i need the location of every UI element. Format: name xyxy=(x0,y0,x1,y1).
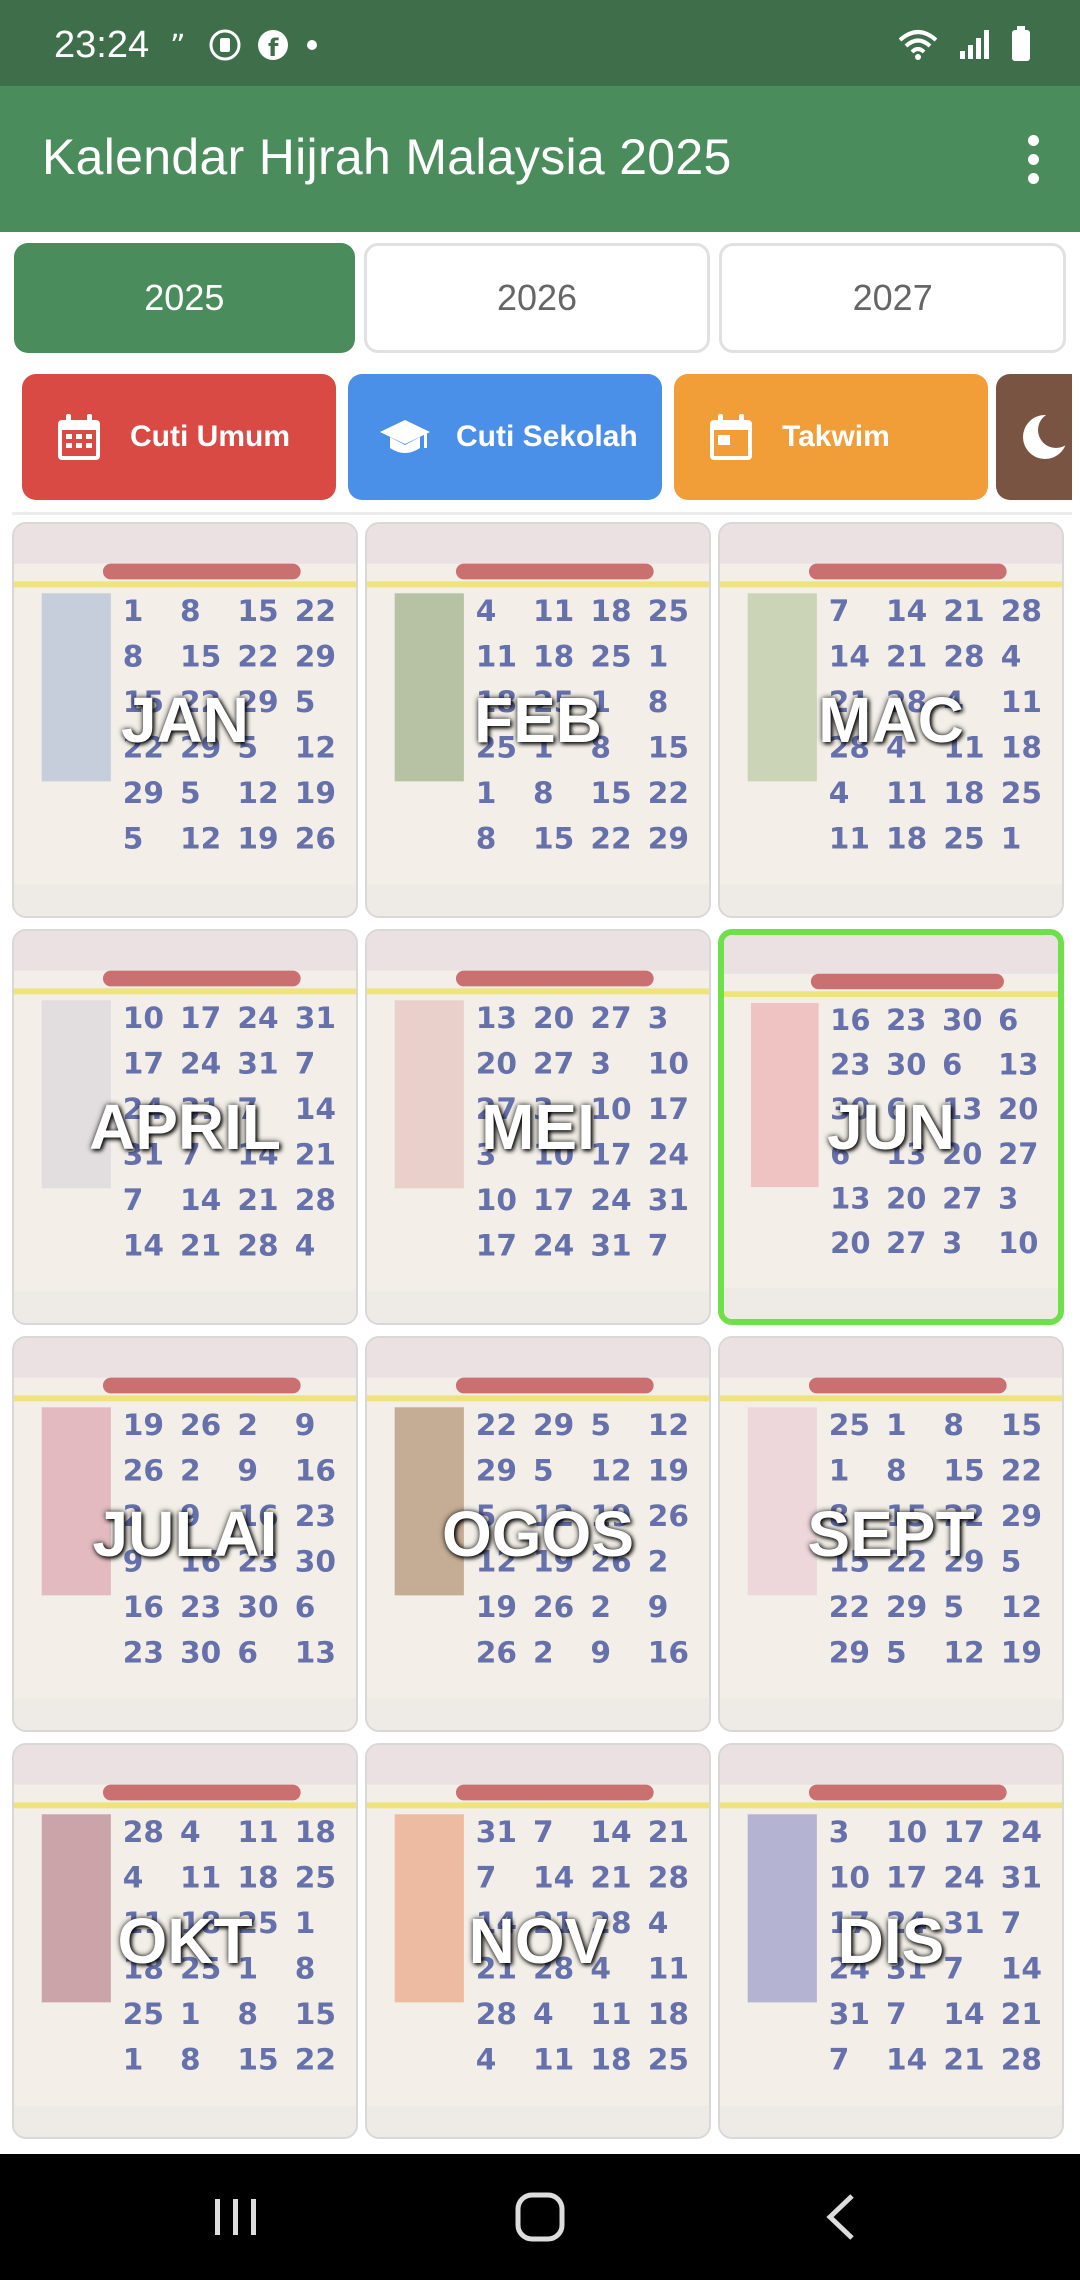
month-grid: 1 8 15 22 8 15 22 29 15 22 29 5 22 29 5 12 29 5 12 19 5 12 19 2… xyxy=(12,522,1068,2142)
home-button[interactable] xyxy=(450,2154,630,2280)
overflow-menu-button[interactable] xyxy=(1008,126,1058,192)
month-tile-april[interactable]: 10 17 24 31 17 24 31 7 24 31 7 14 31 7 14 21 7 14 21 28 14 21… xyxy=(12,929,358,1325)
cuti-sekolah-label: Cuti Sekolah xyxy=(456,420,638,453)
month-tile-mac[interactable]: 7 14 21 28 14 21 28 4 21 28 4 11 28 4 11 18 4 11 18 25 11 18 2… xyxy=(718,522,1064,918)
year-tab-2026[interactable]: 2026 xyxy=(363,243,711,353)
app-title: Kalendar Hijrah Malaysia 2025 xyxy=(42,129,732,185)
takwim-button[interactable]: Takwim xyxy=(674,374,988,500)
month-label: JULAI xyxy=(92,1498,278,1570)
month-label: APRIL xyxy=(89,1091,281,1163)
month-label: MEI xyxy=(481,1091,595,1163)
app-notification-icon xyxy=(208,28,242,67)
hijri-button[interactable] xyxy=(996,374,1072,500)
takwim-label: Takwim xyxy=(782,420,890,453)
app-bar: Kalendar Hijrah Malaysia 2025 xyxy=(0,86,1080,232)
category-strip[interactable]: Cuti Umum Cuti Sekolah Takwim xyxy=(12,362,1072,515)
month-tile-jan[interactable]: 1 8 15 22 8 15 22 29 15 22 29 5 22 29 5 12 29 5 12 19 5 12 19 2… xyxy=(12,522,358,918)
month-label: DIS xyxy=(837,1905,945,1977)
signal-icon xyxy=(958,27,992,66)
moon-icon xyxy=(1018,410,1072,464)
svg-text:f: f xyxy=(268,34,279,62)
month-tile-okt[interactable]: 28 4 11 18 4 11 18 25 11 18 25 1 18 25 1 8 25 1 8 15 1 8 15 22 O… xyxy=(12,1743,358,2139)
battery-icon xyxy=(1010,26,1032,67)
cuti-umum-label: Cuti Umum xyxy=(130,420,290,453)
year-tab-2027[interactable]: 2027 xyxy=(719,243,1067,353)
calendar-icon xyxy=(52,410,106,464)
menu-dot xyxy=(1027,153,1039,165)
status-time: 23:24 xyxy=(54,24,150,66)
status-system-icons xyxy=(896,26,1032,67)
quote-icon: ” xyxy=(168,29,194,64)
month-label: NOV xyxy=(468,1905,608,1977)
month-label: FEB xyxy=(474,684,602,756)
status-bar: 23:24 ” f xyxy=(0,0,1080,86)
month-label: OKT xyxy=(117,1905,253,1977)
month-tile-feb[interactable]: 4 11 18 25 11 18 25 1 18 25 1 8 25 1 8 15 1 8 15 22 8 15 22 29 F… xyxy=(365,522,711,918)
menu-dot xyxy=(1027,134,1039,146)
month-tile-nov[interactable]: 31 7 14 21 7 14 21 28 14 21 28 4 21 28 4 11 28 4 11 18 4 11 18… xyxy=(365,1743,711,2139)
svg-text:”: ” xyxy=(170,32,186,58)
system-nav-bar xyxy=(0,2154,1080,2280)
back-button[interactable] xyxy=(752,2154,932,2280)
menu-dot xyxy=(1027,172,1039,184)
wifi-icon xyxy=(896,26,940,67)
calendar-event-icon xyxy=(704,410,758,464)
month-tile-julai[interactable]: 19 26 2 9 26 2 9 16 2 9 16 23 9 16 23 30 16 23 30 6 23 30 6 13 J… xyxy=(12,1336,358,1732)
month-tile-jun[interactable]: 16 23 30 6 23 30 6 13 30 6 13 20 6 13 20 27 13 20 27 3 20 27 3… xyxy=(718,929,1064,1325)
month-tile-dis[interactable]: 3 10 17 24 10 17 24 31 17 24 31 7 24 31 7 14 31 7 14 21 7 14 2… xyxy=(718,1743,1064,2139)
recent-apps-icon xyxy=(215,2199,256,2235)
month-label: JAN xyxy=(120,684,250,756)
home-icon xyxy=(515,2192,565,2242)
cuti-umum-button[interactable]: Cuti Umum xyxy=(22,374,336,500)
month-tile-mei[interactable]: 13 20 27 3 20 27 3 10 27 3 10 17 3 10 17 24 10 17 24 31 17 24… xyxy=(365,929,711,1325)
year-tabs: 2025 2026 2027 xyxy=(14,243,1067,353)
year-tab-2025[interactable]: 2025 xyxy=(14,243,355,353)
status-notifications: ” f xyxy=(168,28,320,67)
dot-icon xyxy=(304,37,320,58)
month-label: MAC xyxy=(818,684,964,756)
cuti-sekolah-button[interactable]: Cuti Sekolah xyxy=(348,374,662,500)
month-tile-sept[interactable]: 25 1 8 15 1 8 15 22 8 15 22 29 15 22 29 5 22 29 5 12 29 5 12 19… xyxy=(718,1336,1064,1732)
month-label: SEPT xyxy=(807,1498,975,1570)
month-label: OGOS xyxy=(441,1498,635,1570)
recent-apps-button[interactable] xyxy=(146,2154,326,2280)
month-tile-ogos[interactable]: 22 29 5 12 29 5 12 19 5 12 19 26 12 19 26 2 19 26 2 9 26 2 9 16… xyxy=(365,1336,711,1732)
graduation-cap-icon xyxy=(378,410,432,464)
back-icon xyxy=(826,2194,854,2240)
facebook-icon: f xyxy=(256,28,290,67)
month-label: JUN xyxy=(826,1091,956,1163)
